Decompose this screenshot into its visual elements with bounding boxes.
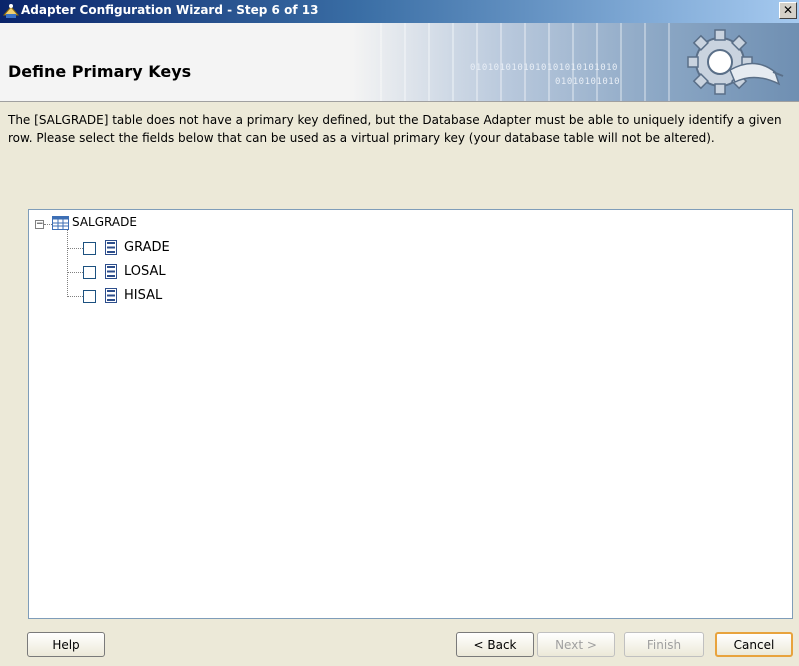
tree-connector xyxy=(67,272,83,273)
help-button-label: Help xyxy=(52,637,80,652)
gear-plug-icon xyxy=(687,29,784,95)
tree-connector xyxy=(44,224,52,225)
next-button-label: Next > xyxy=(555,637,597,652)
back-button-label: < Back xyxy=(473,637,517,652)
wizard-header: 0101010101010101010101010 01010101010 De… xyxy=(0,23,799,102)
table-icon xyxy=(52,216,69,230)
column-icon xyxy=(105,288,117,303)
window-title: Adapter Configuration Wizard - Step 6 of… xyxy=(21,3,319,17)
close-icon: ✕ xyxy=(782,3,794,17)
help-button[interactable]: Help xyxy=(27,632,105,657)
back-button[interactable]: < Back xyxy=(456,632,534,657)
header-stripes xyxy=(380,23,680,101)
primary-key-tree[interactable]: − SALGRADE GRADE LOSAL HISAL xyxy=(28,209,793,619)
tree-connector xyxy=(67,248,83,249)
header-binary-decoration: 0101010101010101010101010 xyxy=(470,63,618,73)
column-icon xyxy=(105,264,117,279)
field-label-hisal[interactable]: HISAL xyxy=(124,288,162,303)
collapse-toggle[interactable]: − xyxy=(35,220,44,229)
losal-checkbox[interactable] xyxy=(83,266,96,279)
tree-connector-vertical xyxy=(67,230,68,297)
field-label-grade[interactable]: GRADE xyxy=(124,240,170,255)
field-label-losal[interactable]: LOSAL xyxy=(124,264,166,279)
page-title: Define Primary Keys xyxy=(8,62,192,81)
hisal-checkbox[interactable] xyxy=(83,290,96,303)
cancel-button[interactable]: Cancel xyxy=(715,632,793,657)
tree-connector xyxy=(67,296,83,297)
finish-button[interactable]: Finish xyxy=(624,632,704,657)
next-button[interactable]: Next > xyxy=(537,632,615,657)
wizard-app-icon xyxy=(3,4,19,18)
finish-button-label: Finish xyxy=(646,637,682,652)
cancel-button-label: Cancel xyxy=(733,637,775,652)
header-binary-decoration-2: 01010101010 xyxy=(555,77,621,87)
grade-checkbox[interactable] xyxy=(83,242,96,255)
close-button[interactable]: ✕ xyxy=(779,2,797,19)
window-titlebar[interactable]: Adapter Configuration Wizard - Step 6 of… xyxy=(0,0,799,23)
column-icon xyxy=(105,240,117,255)
tree-root-label[interactable]: SALGRADE xyxy=(72,215,137,229)
instruction-text: The [SALGRADE] table does not have a pri… xyxy=(8,113,782,145)
